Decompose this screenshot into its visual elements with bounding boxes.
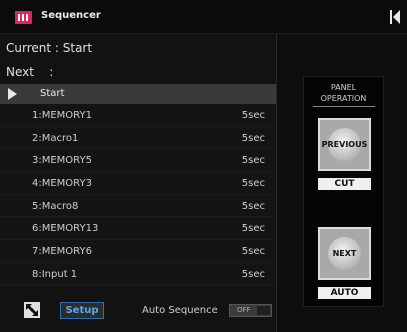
list-item[interactable]: 5:Macro8 5sec [0, 194, 276, 218]
item-name: 4:MEMORY3 [32, 178, 92, 190]
auto-sequence-label: Auto Sequence [142, 305, 218, 316]
item-name: 7:MEMORY6 [32, 246, 92, 258]
item-duration: 5sec [241, 132, 265, 144]
next-button[interactable]: NEXT [318, 227, 371, 280]
resize-icon[interactable] [24, 302, 40, 318]
list-item[interactable]: 1:MEMORY1 5sec [0, 104, 276, 127]
item-name: 6:MEMORY13 [32, 223, 99, 235]
list-item[interactable]: 8:Input 1 5sec [0, 262, 276, 286]
play-icon [8, 88, 17, 100]
list-item[interactable]: 6:MEMORY13 5sec [0, 217, 276, 241]
sequence-pane: Current : Start Next : Start 1:MEMORY1 5… [0, 34, 276, 332]
next-status: Next : [6, 65, 54, 79]
item-duration: 5sec [241, 246, 265, 258]
item-duration: 5sec [241, 200, 265, 212]
collapse-panel-icon[interactable] [390, 10, 400, 24]
pane-divider [276, 34, 277, 332]
sequence-start-row[interactable]: Start [0, 84, 276, 104]
sequencer-logo-icon [15, 11, 32, 24]
panel-heading-line2: OPERATION [320, 94, 367, 103]
item-name: 5:Macro8 [32, 200, 79, 212]
list-item[interactable]: 7:MEMORY6 5sec [0, 240, 276, 263]
auto-sequence-toggle[interactable]: OFF [229, 304, 272, 317]
title-bar: Sequencer [0, 0, 407, 34]
list-item[interactable]: 4:MEMORY3 5sec [0, 172, 276, 195]
divider [313, 106, 375, 107]
start-label: Start [40, 88, 65, 99]
item-duration: 5sec [241, 110, 265, 121]
bottom-toolbar: Setup Auto Sequence OFF [0, 287, 276, 332]
previous-label: PREVIOUS [321, 140, 368, 149]
toggle-knob [257, 306, 270, 315]
toggle-state-label: OFF [237, 306, 251, 314]
list-item[interactable]: 2:Macro1 5sec [0, 126, 276, 150]
current-status: Current : Start [6, 41, 93, 55]
item-duration: 5sec [241, 268, 265, 280]
item-name: 8:Input 1 [32, 268, 78, 280]
setup-button[interactable]: Setup [60, 302, 104, 319]
list-item[interactable]: 3:MEMORY5 5sec [0, 149, 276, 173]
item-name: 2:Macro1 [32, 132, 79, 144]
sequence-list: Start 1:MEMORY1 5sec 2:Macro1 5sec 3:MEM… [0, 84, 276, 286]
cut-button[interactable]: CUT [318, 178, 371, 190]
item-name: 3:MEMORY5 [32, 155, 92, 167]
panel-heading: PANEL OPERATION [304, 82, 383, 104]
auto-button[interactable]: AUTO [318, 287, 371, 299]
panel-heading-line1: PANEL [330, 83, 357, 92]
previous-button[interactable]: PREVIOUS [318, 118, 371, 171]
item-duration: 5sec [241, 223, 265, 235]
panel-operation: PANEL OPERATION PREVIOUS CUT NEXT AUTO [303, 76, 384, 307]
item-name: 1:MEMORY1 [32, 110, 92, 121]
item-duration: 5sec [241, 178, 265, 190]
item-duration: 5sec [241, 155, 265, 167]
next-label: NEXT [332, 249, 357, 258]
app-title: Sequencer [41, 10, 101, 21]
